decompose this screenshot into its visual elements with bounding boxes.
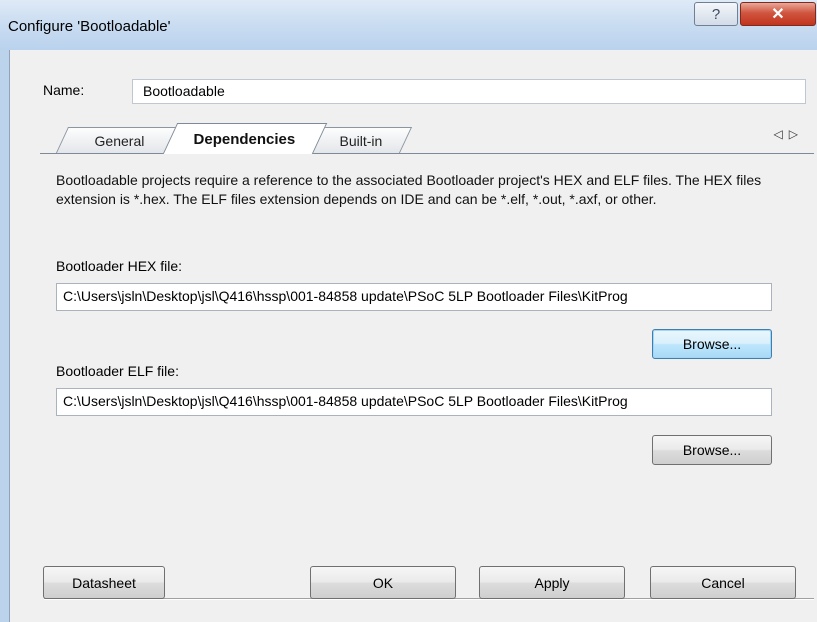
apply-label: Apply — [534, 574, 570, 591]
ok-button[interactable]: OK — [310, 566, 456, 599]
name-input[interactable]: Bootloadable — [132, 79, 806, 104]
tab-scroll-right-icon[interactable]: ▷ — [789, 127, 804, 141]
elf-browse-label: Browse... — [682, 442, 742, 458]
tab-dependencies[interactable]: Dependencies — [162, 123, 328, 154]
hex-file-label: Bootloader HEX file: — [56, 258, 183, 274]
tab-strip: General Dependencies Built-in ◁▷ — [40, 121, 814, 154]
elf-file-input[interactable]: C:\Users\jsln\Desktop\jsl\Q416\hssp\001-… — [56, 388, 772, 416]
tab-built-in[interactable]: Built-in — [309, 127, 413, 153]
hex-file-input[interactable]: C:\Users\jsln\Desktop\jsl\Q416\hssp\001-… — [56, 283, 772, 311]
help-icon: ? — [711, 5, 721, 23]
help-button[interactable]: ? — [694, 2, 738, 26]
tab-general-label: General — [94, 132, 145, 149]
elf-file-label: Bootloader ELF file: — [56, 363, 179, 379]
hex-browse-button[interactable]: Browse... — [652, 329, 772, 359]
apply-button[interactable]: Apply — [479, 566, 625, 599]
dialog-client-area: Name: Bootloadable General Dependencies … — [9, 50, 817, 622]
datasheet-label: Datasheet — [72, 574, 136, 591]
close-button[interactable]: ✕ — [740, 2, 816, 26]
dependencies-panel: Bootloadable projects require a referenc… — [40, 153, 814, 562]
ok-label: OK — [372, 574, 394, 591]
tab-built-in-label: Built-in — [339, 132, 383, 149]
datasheet-button[interactable]: Datasheet — [43, 566, 165, 599]
dependencies-description: Bootloadable projects require a referenc… — [56, 172, 762, 207]
name-label: Name: — [43, 82, 85, 98]
cancel-label: Cancel — [701, 574, 745, 591]
close-icon: ✕ — [771, 6, 785, 23]
tab-dependencies-label: Dependencies — [193, 130, 296, 148]
hex-browse-label: Browse... — [682, 336, 742, 352]
tab-scroll-arrows: ◁▷ — [774, 127, 804, 141]
title-bar[interactable]: Configure 'Bootloadable' ? ✕ — [0, 0, 817, 50]
elf-browse-button[interactable]: Browse... — [652, 435, 772, 465]
configure-dialog: Configure 'Bootloadable' ? ✕ Name: Bootl… — [0, 0, 817, 622]
tab-scroll-left-icon[interactable]: ◁ — [774, 127, 789, 141]
window-title: Configure 'Bootloadable' — [8, 18, 171, 35]
cancel-button[interactable]: Cancel — [650, 566, 796, 599]
